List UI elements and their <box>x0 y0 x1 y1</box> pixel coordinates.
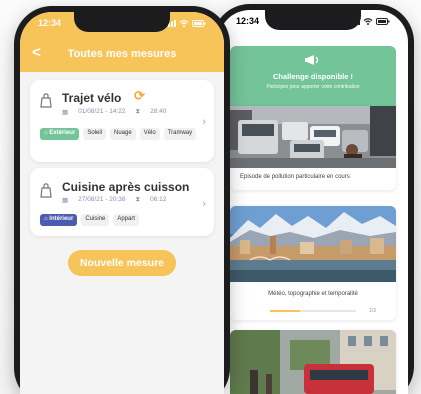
tag-list: ⌂ Intérieur Cuisine Appart <box>40 214 200 226</box>
challenge-card-meteo[interactable]: Météo, topographie et temporalité 1/3 <box>230 206 396 320</box>
screen-left: 12:34 < Toutes mes mesures Trajet vélo ⟳… <box>20 12 224 394</box>
tag: Appart <box>113 214 140 226</box>
new-measure-button[interactable]: Nouvelle mesure <box>68 250 176 276</box>
page-title: Toutes mes mesures <box>67 48 177 60</box>
tag: Soleil <box>83 128 106 140</box>
challenge-title: Challenge disponible ! <box>272 72 353 81</box>
challenge-caption: Episode de pollution particulaire en cou… <box>240 174 350 180</box>
measure-card[interactable]: Trajet vélo ⟳ ▦ 01/08/21 - 14:22 ⧗ 28:40… <box>30 80 214 162</box>
hourglass-icon: ⧗ <box>135 196 141 203</box>
challenge-card-pollution[interactable]: Episode de pollution particulaire en cou… <box>230 106 396 190</box>
tag: ⌂ Intérieur <box>40 214 78 226</box>
chevron-right-icon: › <box>202 198 206 210</box>
challenge-caption: Météo, topographie et temporalité <box>268 291 358 297</box>
mountain-photo <box>230 206 396 282</box>
tag: ⌂ Extérieur <box>40 128 80 140</box>
measure-title: Cuisine après cuisson <box>62 180 190 194</box>
notch <box>74 12 170 32</box>
measure-date: 01/08/21 - 14:22 <box>78 108 126 115</box>
measure-date: 27/08/21 - 20:38 <box>78 196 126 203</box>
street-photo <box>230 330 396 394</box>
wifi-icon <box>179 19 189 27</box>
measure-duration: 28:40 <box>150 108 167 115</box>
challenge-banner[interactable]: Challenge disponible ! Participez pour a… <box>230 46 396 106</box>
bag-icon <box>40 183 52 198</box>
chevron-right-icon: › <box>202 116 206 128</box>
challenge-card-street[interactable] <box>230 330 396 394</box>
status-time: 12:34 <box>236 16 260 26</box>
stage: 12:34 Challenge disponible ! Participez … <box>0 0 421 394</box>
challenge-progress-fill <box>270 310 301 312</box>
wifi-icon <box>363 17 373 25</box>
tag-list: ⌂ Extérieur Soleil Nuage Vélo Tramway <box>40 128 200 140</box>
challenge-subtitle: Participez pour apporter votre contribut… <box>266 84 360 90</box>
calendar-icon: ▦ <box>62 109 69 116</box>
phone-left: 12:34 < Toutes mes mesures Trajet vélo ⟳… <box>14 6 230 394</box>
measure-duration: 06:12 <box>150 196 167 203</box>
tag: Nuage <box>110 128 136 140</box>
tag: Vélo <box>139 128 160 140</box>
tag: Tramway <box>163 128 197 140</box>
hourglass-icon: ⧗ <box>135 108 141 115</box>
challenge-counter: 1/3 <box>369 308 376 314</box>
phone-right: 12:34 Challenge disponible ! Participez … <box>212 4 414 394</box>
traffic-photo <box>230 106 396 168</box>
calendar-icon: ▦ <box>62 197 69 204</box>
battery-icon <box>192 19 206 27</box>
battery-icon <box>376 17 390 25</box>
measure-title: Trajet vélo <box>62 91 122 105</box>
challenge-progress <box>270 310 356 312</box>
megaphone-icon <box>230 54 396 69</box>
sync-icon: ⟳ <box>134 88 145 103</box>
bag-icon <box>40 93 52 108</box>
status-time: 12:34 <box>38 18 62 28</box>
tag: Cuisine <box>81 214 110 226</box>
screen-right: 12:34 Challenge disponible ! Participez … <box>218 10 408 394</box>
notch <box>265 10 361 30</box>
measure-card[interactable]: Cuisine après cuisson ▦ 27/08/21 - 20:38… <box>30 168 214 236</box>
